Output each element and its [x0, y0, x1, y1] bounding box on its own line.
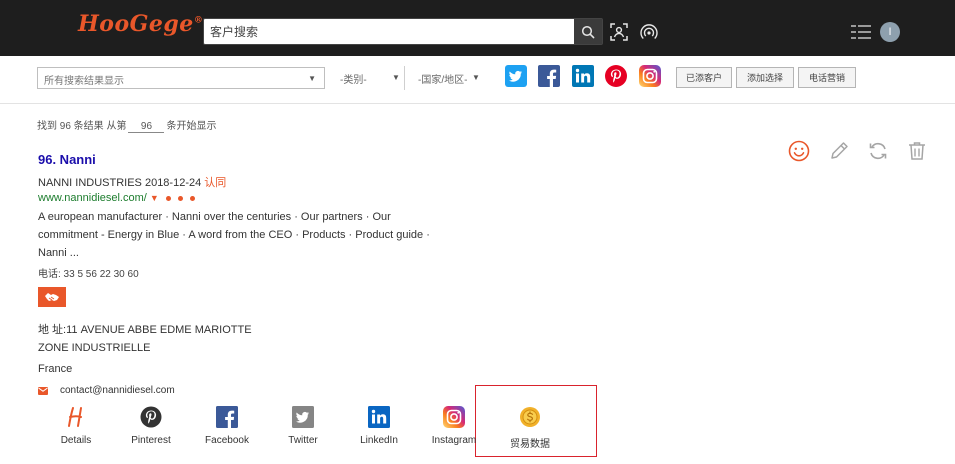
instagram-link[interactable]: Instagram — [419, 406, 489, 452]
logo-mark: ® — [193, 15, 204, 26]
company-date: NANNI INDUSTRIES 2018-12-24 — [38, 177, 202, 189]
chevron-down-icon: ▼ — [308, 74, 316, 83]
avatar-initial: I — [888, 26, 892, 38]
search-icon — [581, 25, 595, 38]
category-select[interactable]: -类别- ▼ — [340, 71, 402, 86]
linkedin-filter-icon[interactable] — [572, 65, 594, 87]
country-select[interactable]: -国家/地区- ▼ — [418, 71, 482, 86]
pinterest-link[interactable]: Pinterest — [116, 406, 186, 452]
result-scope-value: 所有搜索结果显示 — [44, 76, 124, 87]
linkedin-label: LinkedIn — [360, 435, 398, 446]
address-country: France — [38, 363, 73, 375]
country-value: -国家/地区- — [418, 75, 468, 86]
hoogege-h-icon — [68, 407, 82, 427]
claim-link[interactable]: 认同 — [204, 177, 226, 189]
facebook-icon — [216, 406, 238, 428]
linkedin-icon — [368, 406, 390, 428]
pinterest-label: Pinterest — [131, 435, 171, 446]
chevron-down-icon: ▼ — [392, 73, 400, 82]
result-count-suffix: 条开始显示 — [166, 121, 217, 132]
facebook-link[interactable]: Facebook — [192, 406, 262, 452]
face-scan-icon[interactable] — [610, 23, 628, 41]
search-button[interactable] — [574, 19, 602, 44]
trade-data-link[interactable]: 贸易数据 — [495, 406, 565, 452]
broadcast-icon[interactable] — [640, 23, 658, 41]
edit-pencil-icon[interactable] — [828, 140, 850, 162]
listing-url-line: www.nannidiesel.com/▼ — [38, 192, 195, 204]
twitter-label: Twitter — [288, 435, 318, 446]
search-input[interactable] — [204, 19, 576, 44]
logo-text: HooGege — [78, 11, 194, 37]
user-avatar[interactable]: I — [880, 22, 900, 42]
twitter-icon — [292, 406, 314, 428]
email-link[interactable]: contact@nannidiesel.com — [60, 385, 175, 396]
result-scope-select[interactable]: 所有搜索结果显示 ▼ — [37, 67, 325, 89]
instagram-icon — [443, 406, 465, 428]
listing-title[interactable]: 96. Nanni — [38, 152, 96, 167]
details-label: Details — [60, 435, 92, 446]
trash-icon[interactable] — [906, 140, 928, 162]
linkedin-link[interactable]: LinkedIn — [344, 406, 414, 452]
filter-bar: 所有搜索结果显示 ▼ -类别- ▼ -国家/地区- ▼ 已添客户 添加选择 电话… — [0, 56, 955, 104]
start-index-field[interactable]: 96 — [128, 121, 165, 133]
instagram-label: Instagram — [431, 435, 477, 446]
pinterest-filter-icon[interactable] — [605, 65, 627, 87]
handshake-icon — [45, 293, 59, 301]
added-clients-button[interactable]: 已添客户 — [676, 67, 732, 88]
rating-dot-icon — [177, 195, 183, 201]
url-dropdown-icon[interactable]: ▼ — [150, 193, 159, 203]
twitter-link[interactable]: Twitter — [268, 406, 338, 452]
result-count-prefix: 找到 96 条结果 从第 — [37, 121, 127, 132]
details-link[interactable]: Details — [41, 406, 111, 452]
facebook-label: Facebook — [205, 435, 249, 446]
list-menu-icon[interactable] — [851, 24, 871, 40]
telemarketing-label: 电话营销 — [808, 73, 845, 83]
facebook-filter-icon[interactable] — [538, 65, 560, 87]
rating-dot-icon — [189, 195, 195, 201]
filter-divider — [404, 66, 405, 90]
gold-coin-icon — [520, 407, 540, 427]
trade-data-label: 贸易数据 — [510, 439, 550, 450]
handshake-button[interactable] — [38, 287, 66, 307]
address-line-1: 地 址:11 AVENUE ABBE EDME MARIOTTE — [38, 324, 252, 336]
rating-dot-icon — [165, 195, 171, 201]
instagram-filter-icon[interactable] — [639, 65, 661, 87]
pinterest-icon — [140, 406, 162, 428]
result-count: 找到 96 条结果 从第 96 条开始显示 — [37, 117, 216, 133]
listing-phone: 电话: 33 5 56 22 30 60 — [38, 269, 139, 280]
address-line-2: ZONE INDUSTRIELLE — [38, 342, 151, 354]
listing-meta: NANNI INDUSTRIES 2018-12-24 认同 — [38, 174, 226, 190]
top-header: HooGege® I — [0, 0, 955, 56]
listing-url[interactable]: www.nannidiesel.com/ — [38, 192, 147, 204]
logo[interactable]: HooGege® — [78, 11, 203, 37]
smile-icon[interactable] — [788, 140, 810, 162]
twitter-filter-icon[interactable] — [505, 65, 527, 87]
category-value: -类别- — [340, 75, 367, 86]
envelope-icon — [38, 386, 48, 395]
telemarketing-button[interactable]: 电话营销 — [798, 67, 856, 88]
refresh-icon[interactable] — [867, 140, 889, 162]
listing-description: A european manufacturer · Nanni over the… — [38, 211, 430, 259]
added-clients-label: 已添客户 — [685, 73, 722, 83]
add-selected-button[interactable]: 添加选择 — [736, 67, 794, 88]
search-bar — [203, 18, 603, 45]
email-row: contact@nannidiesel.com — [38, 385, 175, 396]
add-selected-label: 添加选择 — [746, 73, 783, 83]
chevron-down-icon: ▼ — [472, 73, 480, 82]
